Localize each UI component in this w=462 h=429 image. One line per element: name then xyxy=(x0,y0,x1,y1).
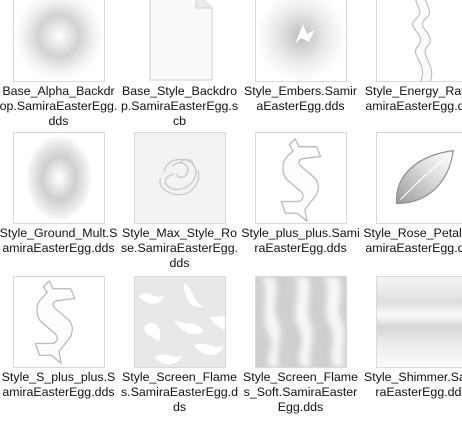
radial-glow-thumbnail xyxy=(12,0,105,82)
file-name: Base_Style_Backdrop.SamiraEasterEgg.scb xyxy=(120,84,239,128)
rose-thumbnail xyxy=(133,132,226,224)
file-name: Style_Energy_Ray.SamiraEasterEgg.dds xyxy=(364,84,462,113)
file-item[interactable]: Base_Style_Backdrop.SamiraEasterEgg.scb xyxy=(119,0,240,144)
file-name: Style_Max_Style_Rose.SamiraEasterEgg.dds xyxy=(120,226,239,270)
file-name: Base_Alpha_Backdrop.SamiraEasterEgg.dds xyxy=(0,84,118,128)
flames-thumbnail xyxy=(133,276,226,368)
file-name: Style_plus_plus.SamiraEasterEgg.dds xyxy=(241,226,360,255)
oval-glow-thumbnail xyxy=(12,132,105,224)
file-item[interactable]: Style_plus_plus.SamiraEasterEgg.dds xyxy=(240,132,361,288)
ember-spark-thumbnail xyxy=(254,0,347,82)
blank-document-icon xyxy=(134,0,226,82)
file-item[interactable]: Style_Rose_Petals.SamiraEasterEgg.dds xyxy=(361,132,462,288)
file-item[interactable]: Style_Max_Style_Rose.SamiraEasterEgg.dds xyxy=(119,132,240,288)
shimmer-gradient-thumbnail xyxy=(375,276,462,368)
file-name: Style_Shimmer.SamiraEasterEgg.dds xyxy=(364,370,462,399)
file-item[interactable]: Style_Embers.SamiraEasterEgg.dds xyxy=(240,0,361,144)
s-letter-thumbnail xyxy=(12,276,105,368)
file-name: Style_Screen_Flames_Soft.SamiraEasterEgg… xyxy=(242,370,358,414)
file-item[interactable]: Style_Screen_Flames_Soft.SamiraEasterEgg… xyxy=(240,276,361,429)
file-item[interactable]: Style_Ground_Mult.SamiraEasterEgg.dds xyxy=(0,132,119,288)
petal-thumbnail xyxy=(375,132,462,224)
file-item[interactable]: Base_Alpha_Backdrop.SamiraEasterEgg.dds xyxy=(0,0,119,144)
file-name: Style_Embers.SamiraEasterEgg.dds xyxy=(244,84,357,113)
energy-ray-thumbnail xyxy=(375,0,462,82)
file-name: Style_Ground_Mult.SamiraEasterEgg.dds xyxy=(0,226,118,255)
file-item[interactable]: Style_Screen_Flames.SamiraEasterEgg.dds xyxy=(119,276,240,429)
soft-flames-thumbnail xyxy=(254,276,347,368)
s-letter-thumbnail xyxy=(254,132,347,224)
file-grid: Base_Alpha_Backdrop.SamiraEasterEgg.dds … xyxy=(0,0,462,429)
file-name: Style_Screen_Flames.SamiraEasterEgg.dds xyxy=(120,370,239,414)
file-name: Style_S_plus_plus.SamiraEasterEgg.dds xyxy=(1,370,116,399)
file-name: Style_Rose_Petals.SamiraEasterEgg.dds xyxy=(363,226,462,255)
file-item[interactable]: Style_Shimmer.SamiraEasterEgg.dds xyxy=(361,276,462,429)
file-item[interactable]: Style_S_plus_plus.SamiraEasterEgg.dds xyxy=(0,276,119,429)
file-item[interactable]: Style_Energy_Ray.SamiraEasterEgg.dds xyxy=(361,0,462,144)
